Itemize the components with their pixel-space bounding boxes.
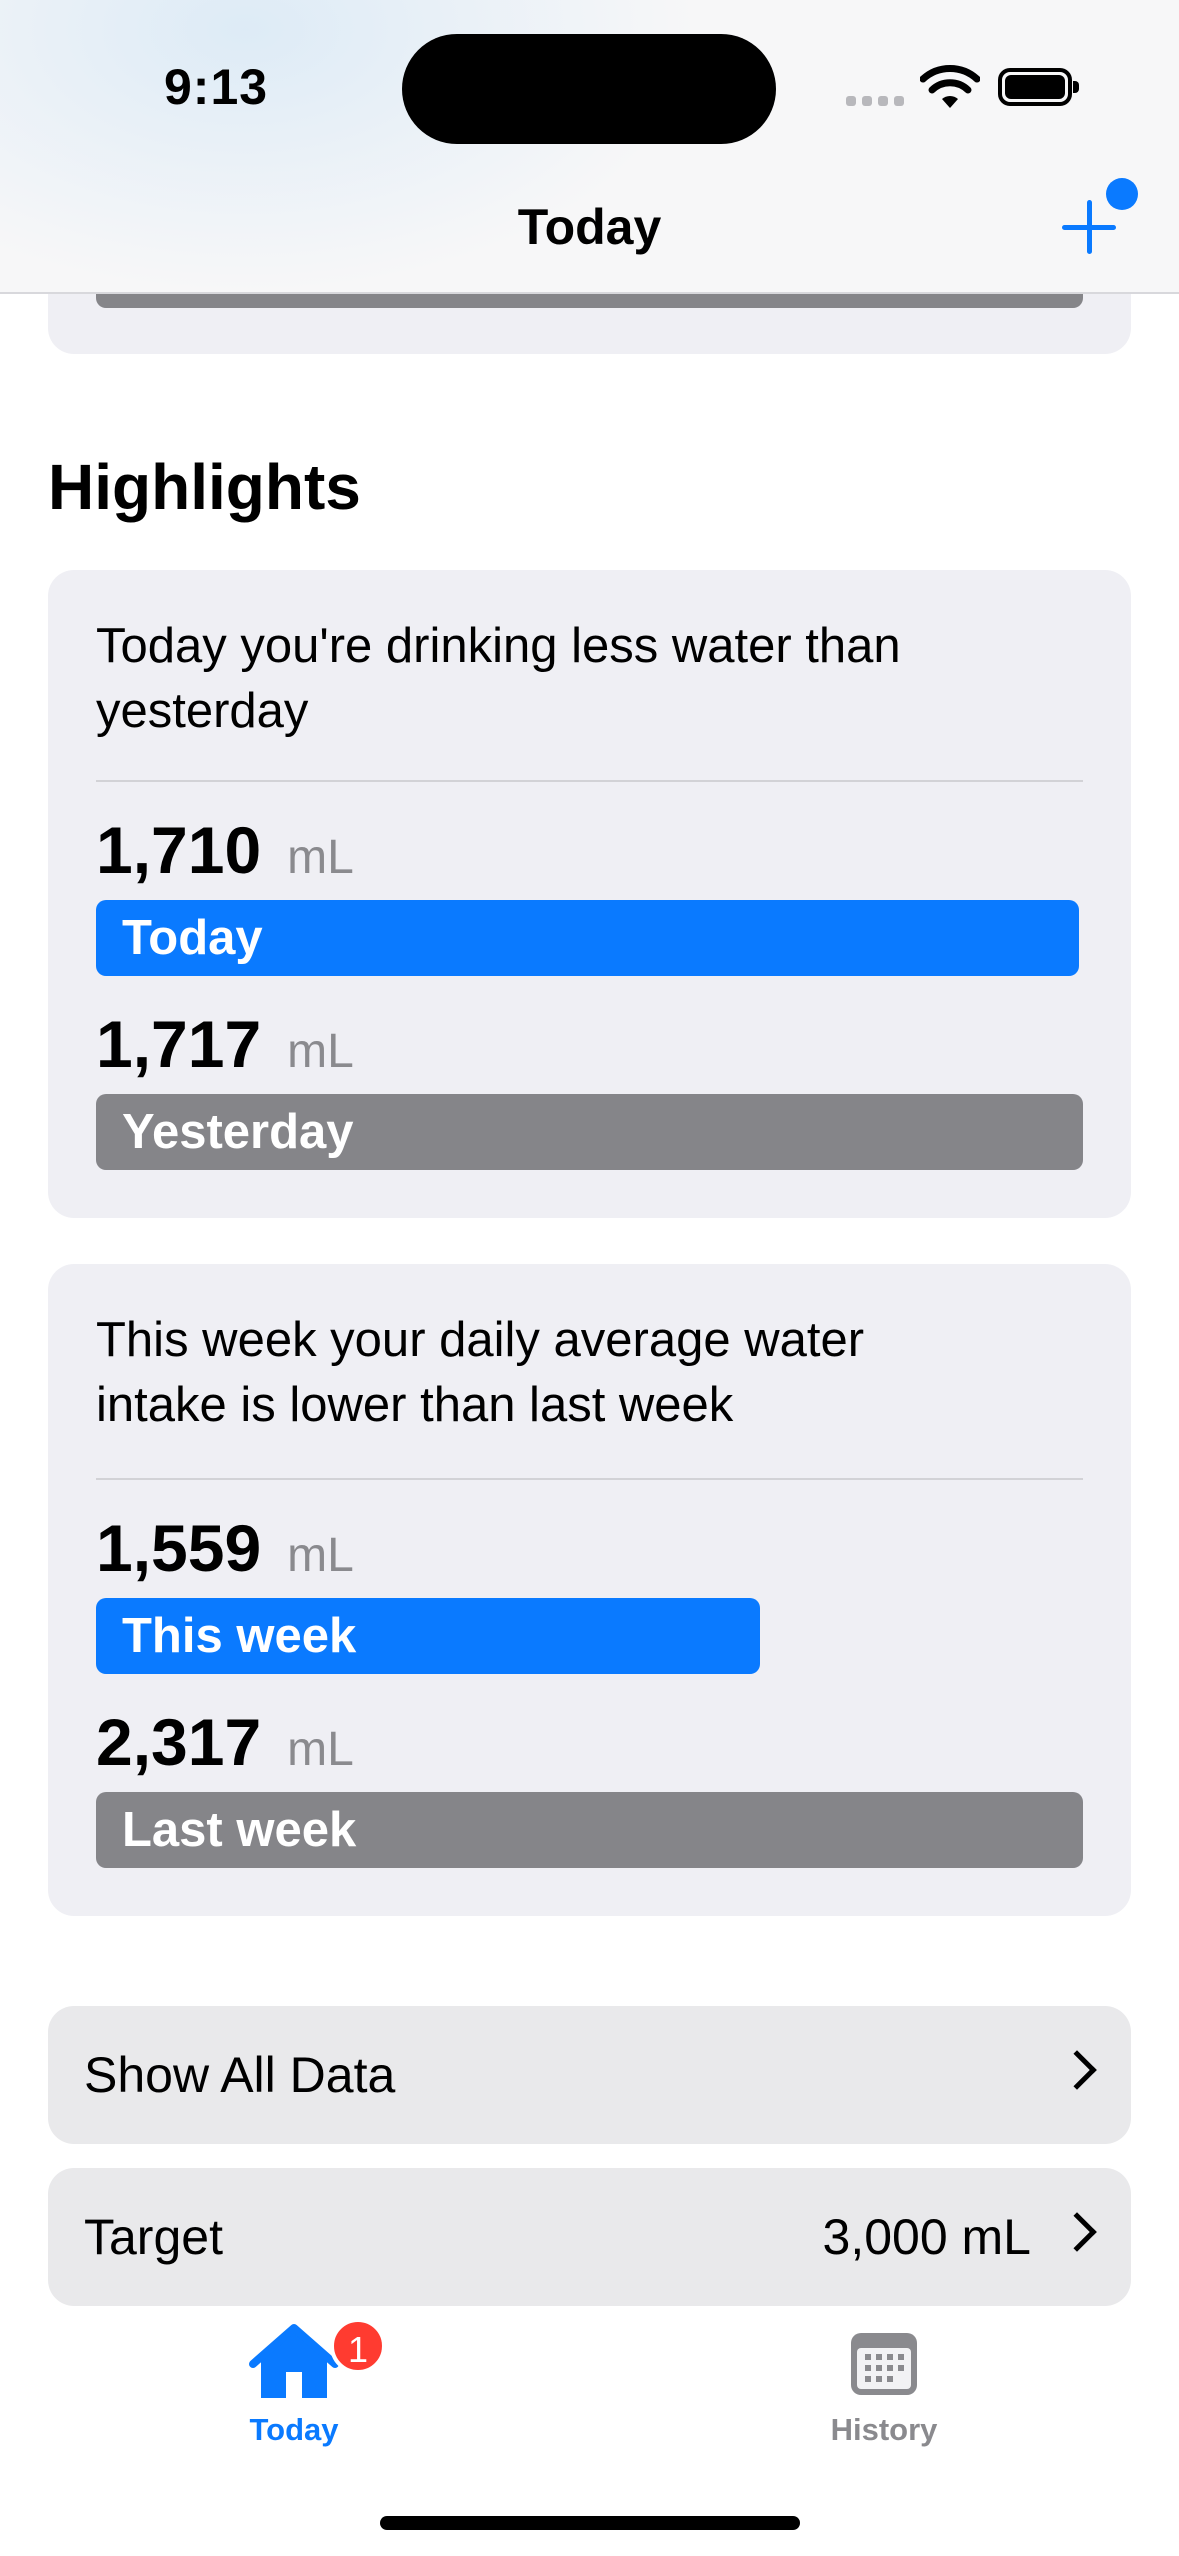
bar-this-week: This week — [96, 1598, 760, 1674]
value-unit: mL — [287, 1025, 354, 1078]
card-divider — [96, 780, 1083, 782]
card-divider — [96, 1478, 1083, 1480]
wifi-icon — [920, 65, 980, 108]
value-unit: mL — [287, 1529, 354, 1582]
navigation-bar: 9:13 Today — [0, 0, 1179, 294]
list-label: Show All Data — [84, 2047, 396, 2103]
status-time: 9:13 — [164, 59, 269, 115]
value-unit: mL — [287, 1723, 354, 1776]
value-today: 1,710 mL — [96, 812, 354, 888]
page-title: Today — [517, 199, 662, 255]
value-number: 1,559 — [96, 1511, 262, 1585]
value-number: 1,717 — [96, 1007, 262, 1081]
value-last-week: 2,317 mL — [96, 1704, 354, 1780]
house-icon — [249, 2324, 339, 2398]
notification-badge: 1 — [330, 2318, 386, 2374]
home-indicator[interactable] — [380, 2516, 800, 2530]
show-all-data-button[interactable]: Show All Data — [48, 2006, 1131, 2144]
highlight-card-weekly: This week your daily average water intak… — [48, 1264, 1131, 1916]
tab-history[interactable]: History — [784, 2318, 984, 2448]
highlight-card-daily: Today you're drinking less water than ye… — [48, 570, 1131, 1218]
value-number: 2,317 — [96, 1705, 262, 1779]
target-button[interactable]: Target 3,000 mL — [48, 2168, 1131, 2306]
target-value: 3,000 mL — [822, 2209, 1031, 2265]
value-unit: mL — [287, 831, 354, 884]
value-yesterday: 1,717 mL — [96, 1006, 354, 1082]
tab-label: History — [830, 2412, 938, 2447]
list-label: Target — [84, 2209, 223, 2265]
dynamic-island — [402, 34, 776, 144]
bar-today: Today — [96, 900, 1079, 976]
bar-last-week: Last week — [96, 1792, 1083, 1868]
value-this-week: 1,559 mL — [96, 1510, 354, 1586]
cellular-signal-icon — [846, 96, 906, 108]
value-number: 1,710 — [96, 813, 262, 887]
chevron-right-icon — [1057, 2050, 1097, 2090]
calendar-icon — [851, 2333, 917, 2395]
battery-icon — [998, 68, 1079, 106]
card-headline: This week your daily average water intak… — [96, 1313, 865, 1432]
tab-label: Today — [249, 2412, 339, 2447]
card-headline: Today you're drinking less water than ye… — [96, 619, 901, 738]
chevron-right-icon — [1057, 2212, 1097, 2252]
section-title: Highlights — [48, 451, 361, 523]
bar-yesterday: Yesterday — [96, 1094, 1083, 1170]
add-indicator-dot — [1106, 178, 1138, 210]
